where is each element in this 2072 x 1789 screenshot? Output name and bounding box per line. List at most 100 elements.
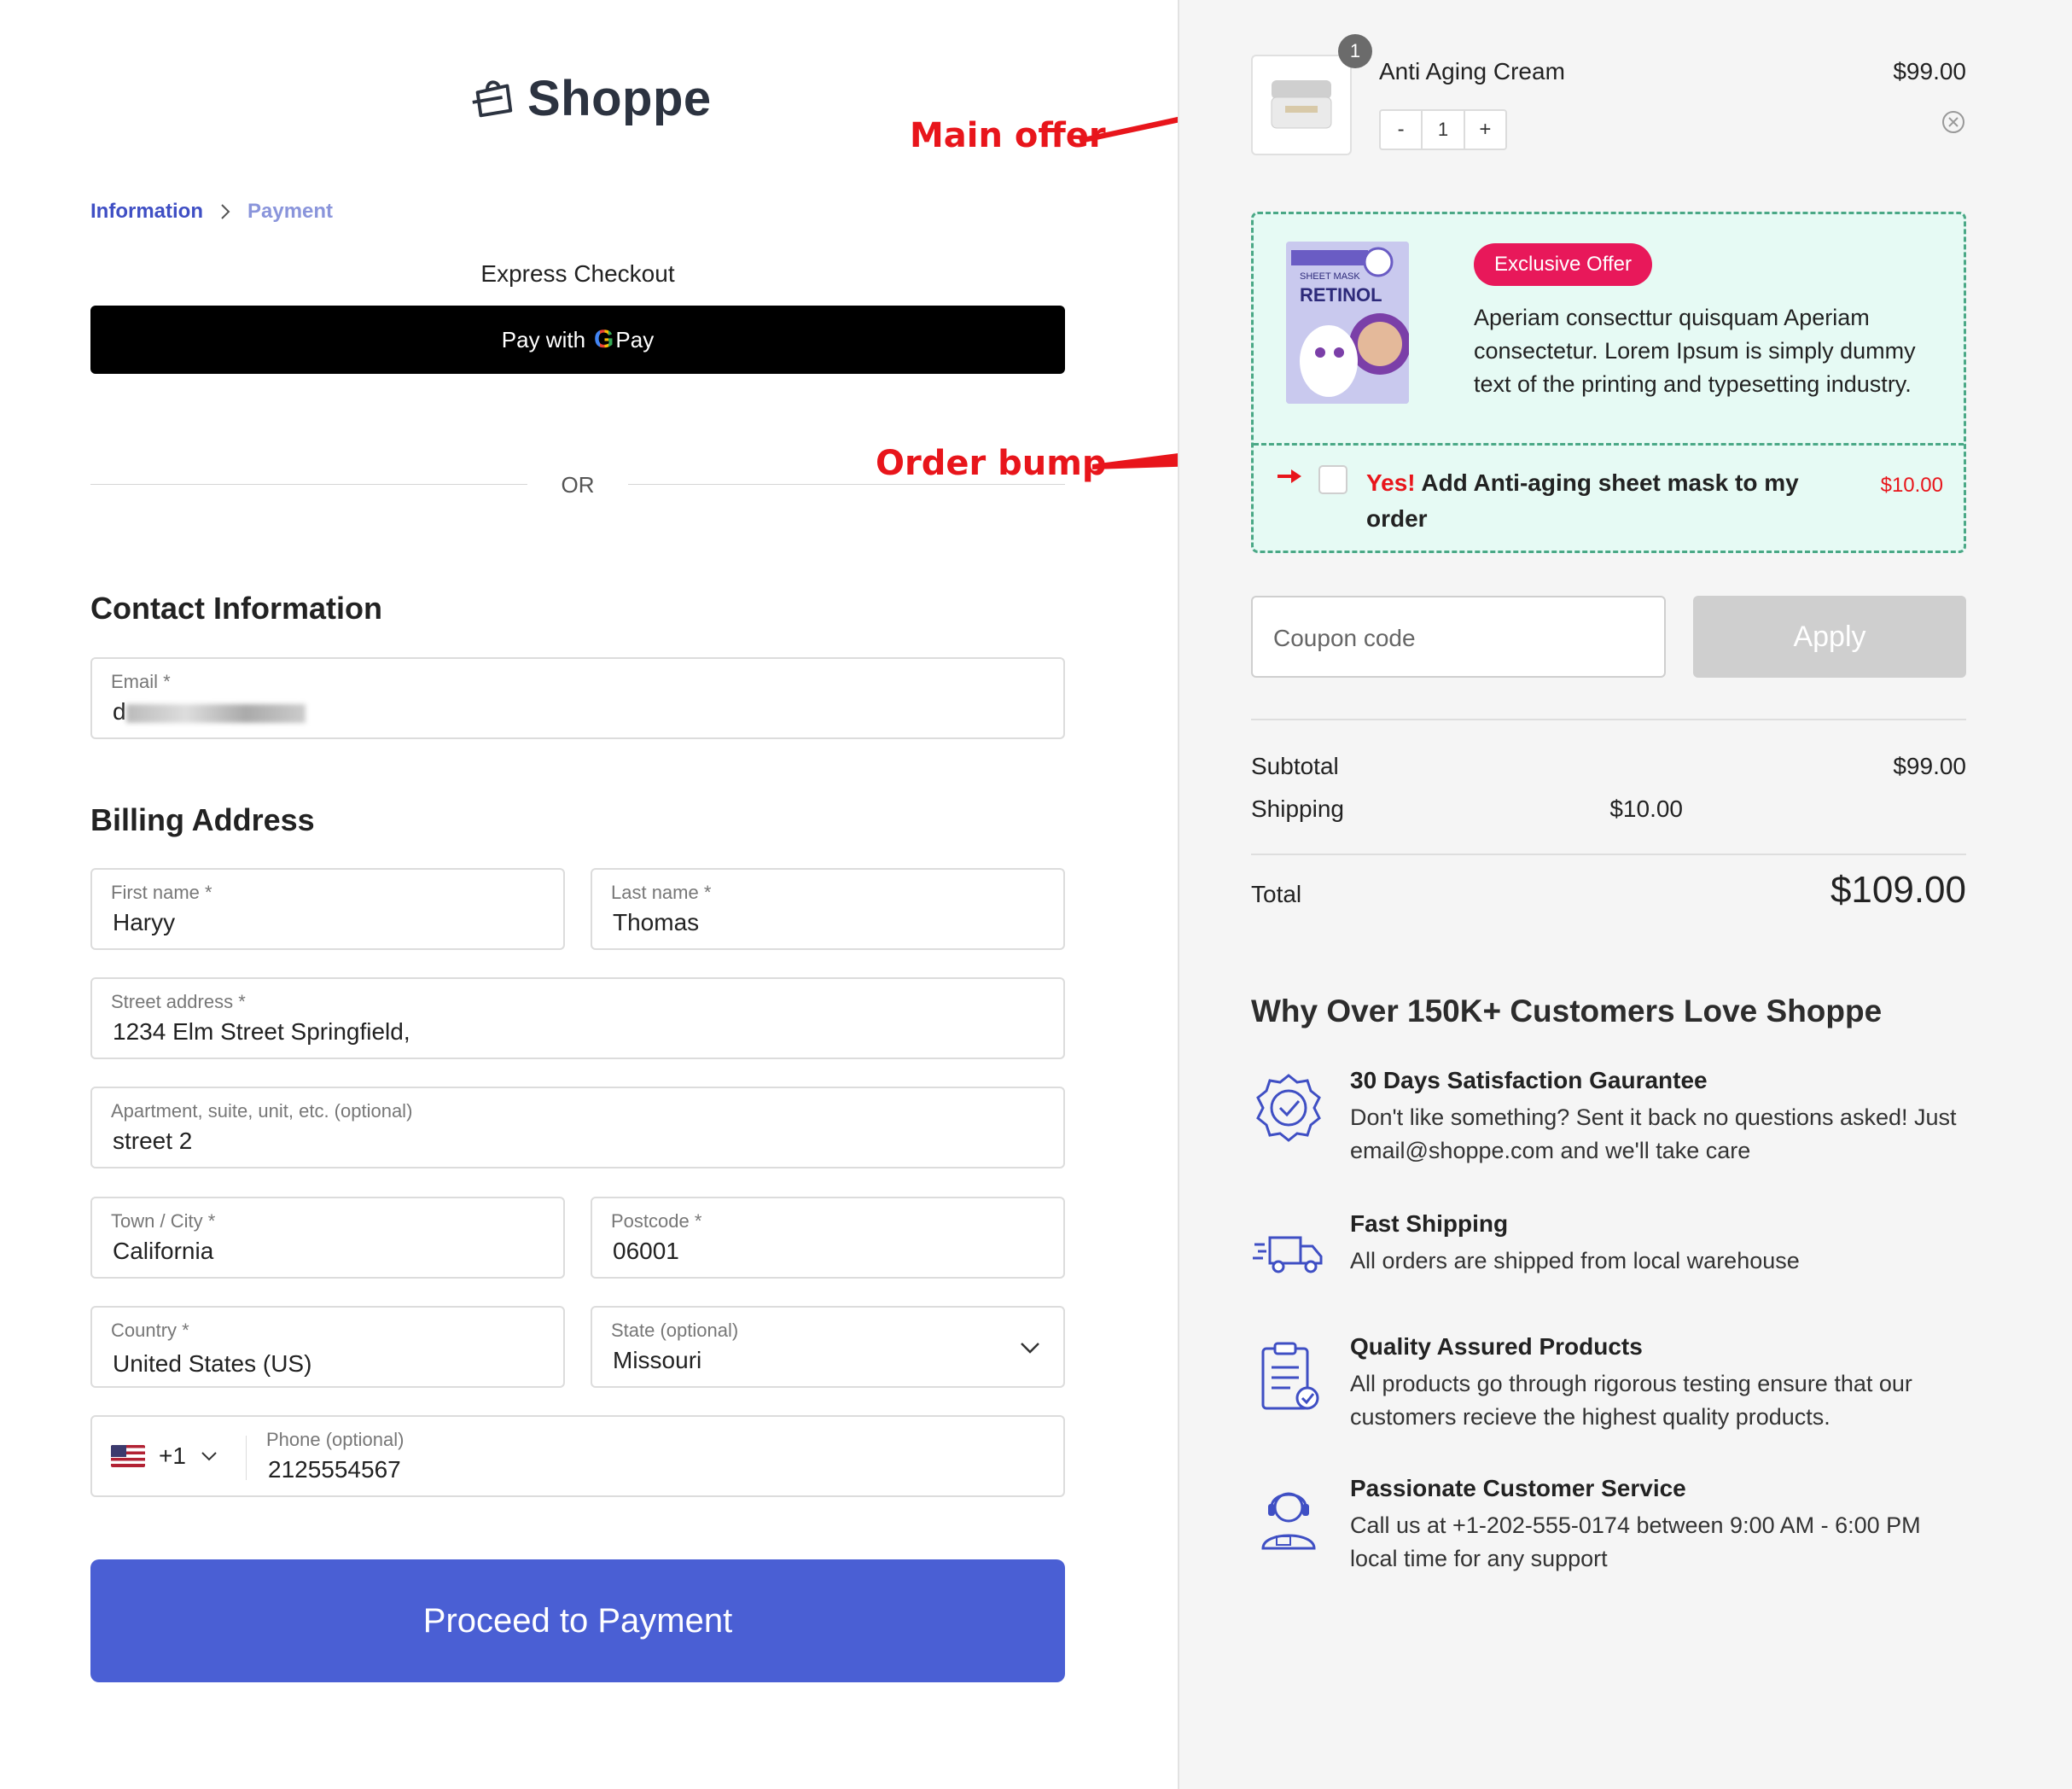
first-name-value: Haryy <box>113 909 176 935</box>
chevron-down-icon <box>201 1452 217 1461</box>
first-name-label: First name * <box>111 882 212 903</box>
apply-coupon-button[interactable]: Apply <box>1693 596 1966 678</box>
qty-value[interactable]: 1 <box>1421 111 1465 149</box>
badge-check-icon <box>1256 1074 1321 1142</box>
city-value: California <box>113 1238 214 1264</box>
product-price: $99.00 <box>1893 58 1966 84</box>
feature-desc-support: Call us at +1-202-555-0174 between 9:00 … <box>1350 1512 1921 1571</box>
email-label: Email * <box>111 671 171 692</box>
bump-yes-text: Yes! <box>1366 469 1416 496</box>
sheet-mask-image: SHEET MASK RETINOL <box>1286 242 1409 404</box>
product-name: Anti Aging Cream <box>1379 58 1565 84</box>
annotation-order-bump: Order bump <box>876 444 1107 483</box>
cart-quantity-badge: 1 <box>1338 34 1372 68</box>
street-address-value: 1234 Elm Street Springfield, <box>113 1018 410 1045</box>
product-thumbnail <box>1251 55 1352 155</box>
phone-label: Phone (optional) <box>266 1429 405 1450</box>
chevron-down-icon <box>1021 1343 1039 1354</box>
bump-offer-text: Add Anti-aging sheet mask to my order <box>1366 469 1799 532</box>
truck-icon <box>1253 1236 1323 1273</box>
sheet-mask-img-text: SHEET MASK <box>1300 271 1360 282</box>
city-field[interactable]: Town / City * California <box>90 1197 565 1279</box>
feature-title-shipping: Fast Shipping <box>1350 1210 1509 1237</box>
express-checkout-title: Express Checkout <box>480 260 675 287</box>
brand-name: Shoppe <box>527 71 712 126</box>
street-address-label: Street address * <box>111 991 246 1012</box>
clipboard-check-icon <box>1261 1342 1319 1410</box>
retinol-img-text: RETINOL <box>1300 284 1382 306</box>
subtotal-value: $99.00 <box>1893 753 1966 779</box>
feature-title-guarantee: 30 Days Satisfaction Gaurantee <box>1350 1067 1708 1093</box>
contact-info-title: Contact Information <box>90 591 382 626</box>
gpay-prefix: Pay with <box>501 326 586 353</box>
qty-decrease-button[interactable]: - <box>1381 111 1421 149</box>
cream-jar-image <box>1271 80 1332 129</box>
quantity-stepper: - 1 + <box>1379 109 1507 150</box>
street-address-field[interactable]: Street address * 1234 Elm Street Springf… <box>90 977 1065 1059</box>
first-name-field[interactable]: First name * Haryy <box>90 868 565 950</box>
shipping-value: $10.00 <box>1609 795 1683 822</box>
feature-desc-quality: All products go through rigorous testing… <box>1350 1371 1912 1430</box>
apartment-label: Apartment, suite, unit, etc. (optional) <box>111 1100 413 1122</box>
feature-title-quality: Quality Assured Products <box>1350 1333 1643 1360</box>
postcode-field[interactable]: Postcode * 06001 <box>591 1197 1065 1279</box>
chevron-right-icon <box>218 202 232 221</box>
brand-logo[interactable]: Shoppe <box>468 70 712 127</box>
or-line-right <box>628 484 1065 485</box>
headset-agent-icon <box>1261 1492 1316 1550</box>
exclusive-offer-badge: Exclusive Offer <box>1474 243 1652 286</box>
google-pay-button[interactable]: Pay with G Pay <box>90 306 1065 374</box>
state-select[interactable]: State (optional) Missouri <box>591 1306 1065 1388</box>
subtotal-label: Subtotal <box>1251 753 1339 779</box>
phone-country-selector[interactable]: +1 <box>111 1442 218 1470</box>
feature-title-support: Passionate Customer Service <box>1350 1475 1686 1501</box>
country-label: Country * <box>111 1320 189 1341</box>
summary-divider-bottom <box>1251 854 1966 855</box>
us-flag-icon <box>111 1445 145 1467</box>
feature-desc-guarantee: Don't like something? Sent it back no qu… <box>1350 1104 1957 1163</box>
shopping-bag-icon <box>472 79 513 117</box>
breadcrumb-information[interactable]: Information <box>90 200 203 224</box>
proceed-to-payment-button[interactable]: Proceed to Payment <box>90 1559 1065 1682</box>
postcode-label: Postcode * <box>611 1210 702 1232</box>
breadcrumb: Information Payment <box>90 200 333 224</box>
gpay-suffix: Pay <box>615 326 655 353</box>
breadcrumb-payment[interactable]: Payment <box>247 200 333 224</box>
google-g-icon: G Pay <box>594 325 654 354</box>
total-value: $109.00 <box>1830 869 1966 911</box>
email-value-visible: d <box>113 698 126 725</box>
email-blurred <box>125 703 306 723</box>
apartment-value: street 2 <box>113 1128 193 1154</box>
google-g-letter: G <box>594 325 614 353</box>
bump-price: $10.00 <box>1880 474 1943 497</box>
feature-desc-shipping: All orders are shipped from local wareho… <box>1350 1248 1800 1273</box>
order-bump-checkbox[interactable] <box>1318 465 1347 494</box>
bump-offer-label[interactable]: Yes! Add Anti-aging sheet mask to my ord… <box>1366 465 1844 537</box>
state-value: Missouri <box>613 1347 702 1373</box>
email-value: d <box>113 698 306 726</box>
last-name-value: Thomas <box>613 909 700 935</box>
email-field[interactable]: Email * d <box>90 657 1065 739</box>
order-bump-box: SHEET MASK RETINOL Exclusive Offer Aperi… <box>1251 212 1966 553</box>
coupon-input[interactable]: Coupon code <box>1251 596 1666 678</box>
state-label: State (optional) <box>611 1320 739 1341</box>
phone-value: 2125554567 <box>268 1456 401 1483</box>
arrow-right-icon <box>1278 469 1301 483</box>
last-name-label: Last name * <box>611 882 712 903</box>
apartment-field[interactable]: Apartment, suite, unit, etc. (optional) … <box>90 1087 1065 1168</box>
bump-divider <box>1254 443 1964 446</box>
billing-address-title: Billing Address <box>90 802 315 837</box>
bump-description: Aperiam consecttur quisquam Aperiam cons… <box>1474 305 1916 397</box>
why-customers-title: Why Over 150K+ Customers Love Shoppe <box>1251 994 1883 1029</box>
city-label: Town / City * <box>111 1210 216 1232</box>
qty-increase-button[interactable]: + <box>1465 111 1505 149</box>
country-field[interactable]: Country * United States (US) <box>90 1306 565 1388</box>
coupon-placeholder: Coupon code <box>1273 625 1416 651</box>
summary-divider-top <box>1251 719 1966 720</box>
country-value: United States (US) <box>113 1350 312 1377</box>
phone-divider <box>246 1436 247 1480</box>
remove-item-icon[interactable] <box>1941 109 1966 135</box>
shipping-label: Shipping <box>1251 795 1344 822</box>
phone-field[interactable]: +1 Phone (optional) 2125554567 <box>90 1415 1065 1497</box>
last-name-field[interactable]: Last name * Thomas <box>591 868 1065 950</box>
